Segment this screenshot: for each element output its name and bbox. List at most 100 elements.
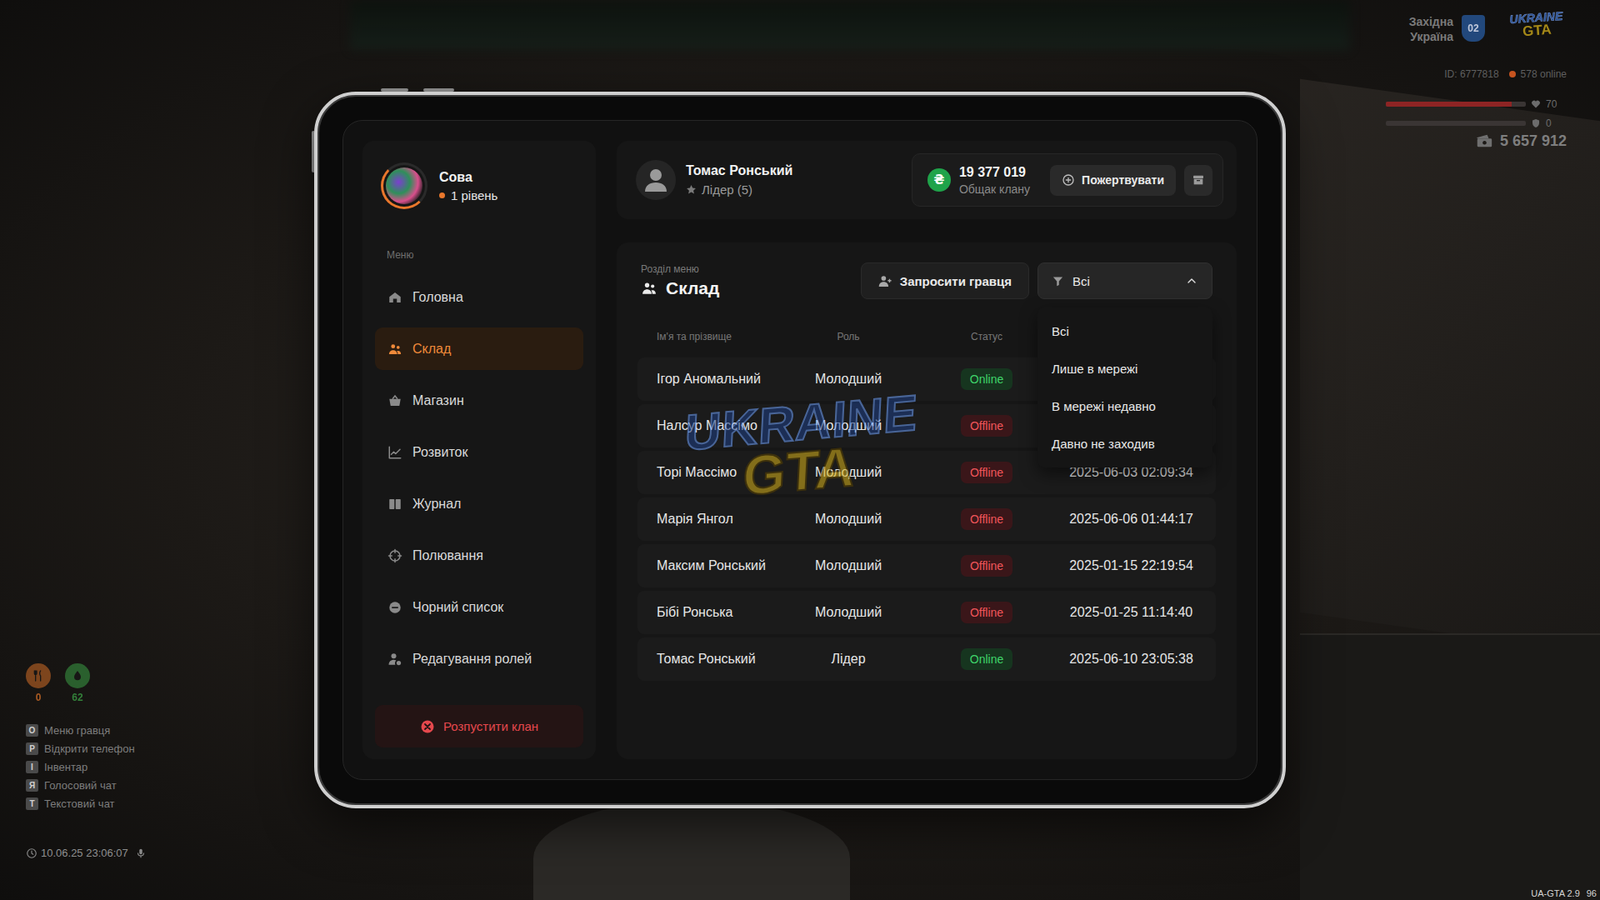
health-bar: 70 <box>1385 98 1563 110</box>
sidebar-item[interactable]: Склад <box>375 327 584 370</box>
last-seen: 2025-06-06 01:44:17 <box>1058 511 1205 527</box>
money-amount: 5 657 912 <box>1500 132 1567 150</box>
scene-table <box>533 800 850 900</box>
section-caption: Розділ меню <box>640 263 720 275</box>
plus-circle-icon <box>1061 173 1075 187</box>
hunger-icon <box>31 669 45 683</box>
menu-ban-icon <box>387 600 403 615</box>
last-seen: 2025-06-10 23:05:38 <box>1058 651 1205 667</box>
key-cap: P <box>25 742 39 755</box>
role-text: Лідер (5) <box>701 182 753 197</box>
hotkey: IІнвентар <box>25 760 135 774</box>
sidebar-item[interactable]: Редагування ролей <box>375 637 584 680</box>
menu-heading: Меню <box>375 249 584 261</box>
menu-home-icon <box>387 290 403 305</box>
filter-option[interactable]: Давно не заходив <box>1037 425 1213 463</box>
menu-role-icon <box>387 651 403 667</box>
section-title: Розділ меню Склад <box>640 263 720 299</box>
donate-button[interactable]: Пожертвувати <box>1050 165 1176 196</box>
disband-button[interactable]: Розпустити клан <box>375 705 584 748</box>
health-track <box>1385 101 1526 107</box>
indicator: 0 <box>25 663 51 704</box>
hotkey-label: Меню гравця <box>44 724 110 737</box>
scene-cabinet <box>1300 633 1600 900</box>
sidebar-item[interactable]: Головна <box>375 275 584 319</box>
member-role: Молодший <box>781 558 915 574</box>
status-cell: Offline <box>915 508 1059 530</box>
health-icon <box>1530 99 1541 110</box>
user-avatar-icon <box>635 160 676 200</box>
table-row[interactable]: Максим РонськийМолодшийOffline2025-01-15… <box>637 544 1216 588</box>
money: 5 657 912 <box>1475 131 1567 150</box>
table-row[interactable]: Марія ЯнголМолодшийOffline2025-06-06 01:… <box>637 497 1216 541</box>
fps: 96 <box>1586 888 1597 899</box>
hotkey-label: Інвентар <box>44 760 88 774</box>
thirst-icon <box>70 669 85 683</box>
player-info: ID: 6777818578 online <box>1444 68 1567 80</box>
online-dot <box>1509 70 1516 78</box>
online-text: 578 online <box>1520 68 1567 80</box>
indicator-circle <box>25 663 51 689</box>
status-cell: Offline <box>915 601 1059 624</box>
hotkey: OМеню гравця <box>25 724 135 737</box>
menu-chart-icon <box>387 445 403 460</box>
archive-button[interactable] <box>1184 165 1213 196</box>
version-text: UA-GTA 2.9 <box>1530 888 1580 899</box>
version: UA-GTA 2.9 96 <box>1530 888 1597 899</box>
status-cell: Offline <box>915 461 1059 484</box>
menu-people-icon <box>387 341 403 357</box>
indicator-circle <box>65 663 90 689</box>
table-row[interactable]: Томас РонськийЛідерOnline2025-06-10 23:0… <box>637 637 1216 681</box>
sidebar-item[interactable]: Чорний список <box>375 585 584 629</box>
hotkeys: OМеню гравцяPВідкрити телефонIІнвентарЯГ… <box>25 724 135 810</box>
filter-option[interactable]: Всі <box>1037 312 1213 350</box>
hotkey-label: Голосовий чат <box>44 779 117 792</box>
status-cell: Offline <box>915 555 1059 577</box>
status-badge: Offline <box>960 415 1013 437</box>
member-role: Молодший <box>781 418 915 434</box>
last-seen: 2025-01-25 11:14:40 <box>1058 605 1205 620</box>
member-name: Бібі Ронська <box>656 605 782 620</box>
section-title-text: Склад <box>665 278 720 299</box>
sidebar-label: Чорний список <box>412 600 504 615</box>
menu-cross-icon <box>387 548 403 564</box>
treasury-text: 19 377 019Общак клану <box>959 165 1030 196</box>
health-fill <box>1385 101 1512 107</box>
sidebar-item[interactable]: Розвиток <box>375 430 584 474</box>
sidebar-label: Редагування ролей <box>412 651 532 667</box>
filter-dropdown[interactable]: Всі <box>1037 262 1213 300</box>
member-name: Ігор Аномальний <box>656 371 782 387</box>
hotkey: PВідкрити телефон <box>25 742 135 755</box>
star-icon <box>685 184 697 195</box>
clan-level: 1 рівень <box>439 188 498 203</box>
armor-track <box>1385 120 1526 126</box>
chevron-up-icon <box>1185 274 1199 288</box>
indicator: 62 <box>65 663 90 704</box>
member-name: Марія Янгол <box>656 511 782 527</box>
sidebar-item[interactable]: Полювання <box>375 534 584 577</box>
sidebar-label: Полювання <box>412 548 484 564</box>
sidebar-label: Склад <box>412 341 451 357</box>
tablet-screen: Сова1 рівеньМенюГоловнаСкладМагазинРозви… <box>342 120 1258 780</box>
sidebar-item[interactable]: Магазин <box>375 379 584 422</box>
user-role: Лідер (5) <box>685 182 793 197</box>
sidebar-label: Журнал <box>412 496 461 512</box>
member-role: Молодший <box>781 511 915 527</box>
region-code: 02 <box>1467 22 1479 35</box>
panel-header: Розділ менюСкладЗапросити гравцяВсіВсіЛи… <box>637 262 1216 300</box>
treasury-amount: 19 377 019 <box>959 165 1030 180</box>
disband-label: Розпустити клан <box>443 719 539 734</box>
level-text: 1 рівень <box>450 188 498 203</box>
filter-option[interactable]: Лише в мережі <box>1037 350 1213 388</box>
indicators: 0 62 <box>25 663 90 704</box>
header-actions: Запросити гравцяВсіВсіЛише в мережіВ мер… <box>860 262 1213 300</box>
indicator-value: 0 <box>35 691 42 704</box>
column-header: Роль <box>781 330 915 343</box>
member-role: Лідер <box>781 651 915 667</box>
clan-avatar <box>380 162 428 210</box>
filter-option[interactable]: В мережі недавно <box>1037 387 1213 425</box>
sidebar-item[interactable]: Журнал <box>375 482 584 525</box>
invite-button[interactable]: Запросити гравця <box>860 262 1030 300</box>
filter-value: Всі <box>1072 274 1090 289</box>
table-row[interactable]: Бібі РонськаМолодшийOffline2025-01-25 11… <box>637 590 1216 635</box>
